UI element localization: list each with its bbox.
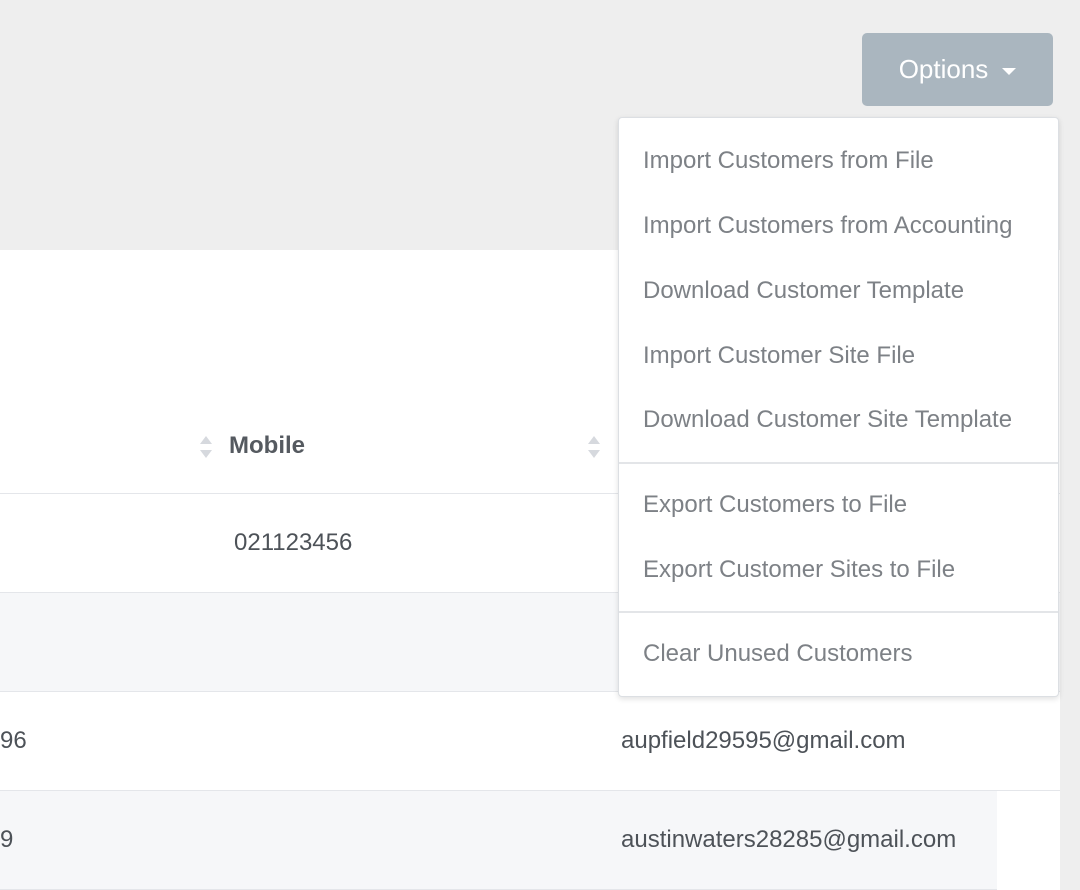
table-row[interactable]: 9 austinwaters28285@gmail.com bbox=[0, 791, 997, 890]
menu-item-import-customers-file[interactable]: Import Customers from File bbox=[643, 147, 934, 175]
options-button-label: Options bbox=[898, 54, 989, 84]
menu-item-download-customer-template[interactable]: Download Customer Template bbox=[643, 277, 964, 305]
row-partial-cell: 9 bbox=[0, 826, 14, 853]
table-row[interactable]: 96 aupfield29595@gmail.com bbox=[0, 692, 1060, 791]
sort-icon[interactable] bbox=[200, 436, 212, 462]
email-cell: aupfield29595@gmail.com bbox=[621, 727, 906, 754]
column-header-mobile[interactable]: Mobile bbox=[229, 432, 305, 460]
menu-item-export-customers-file[interactable]: Export Customers to File bbox=[643, 491, 907, 519]
menu-item-clear-unused-customers[interactable]: Clear Unused Customers bbox=[643, 640, 912, 668]
menu-item-download-customer-site-template[interactable]: Download Customer Site Template bbox=[643, 406, 1012, 434]
email-cell: austinwaters28285@gmail.com bbox=[621, 826, 957, 853]
menu-item-import-customers-accounting[interactable]: Import Customers from Accounting bbox=[643, 212, 1012, 240]
sort-icon[interactable] bbox=[588, 436, 600, 462]
row-partial-cell: 96 bbox=[0, 727, 27, 754]
menu-divider bbox=[619, 611, 1058, 613]
page-right-gutter bbox=[1060, 250, 1080, 890]
menu-item-import-customer-site-file[interactable]: Import Customer Site File bbox=[643, 342, 915, 370]
menu-divider bbox=[619, 462, 1058, 464]
options-dropdown-menu: Import Customers from File Import Custom… bbox=[618, 117, 1059, 697]
mobile-cell: 021123456 bbox=[234, 529, 353, 556]
menu-item-export-customer-sites-file[interactable]: Export Customer Sites to File bbox=[643, 556, 955, 584]
caret-down-icon bbox=[1002, 67, 1017, 75]
options-dropdown-button[interactable]: Options bbox=[862, 33, 1053, 106]
